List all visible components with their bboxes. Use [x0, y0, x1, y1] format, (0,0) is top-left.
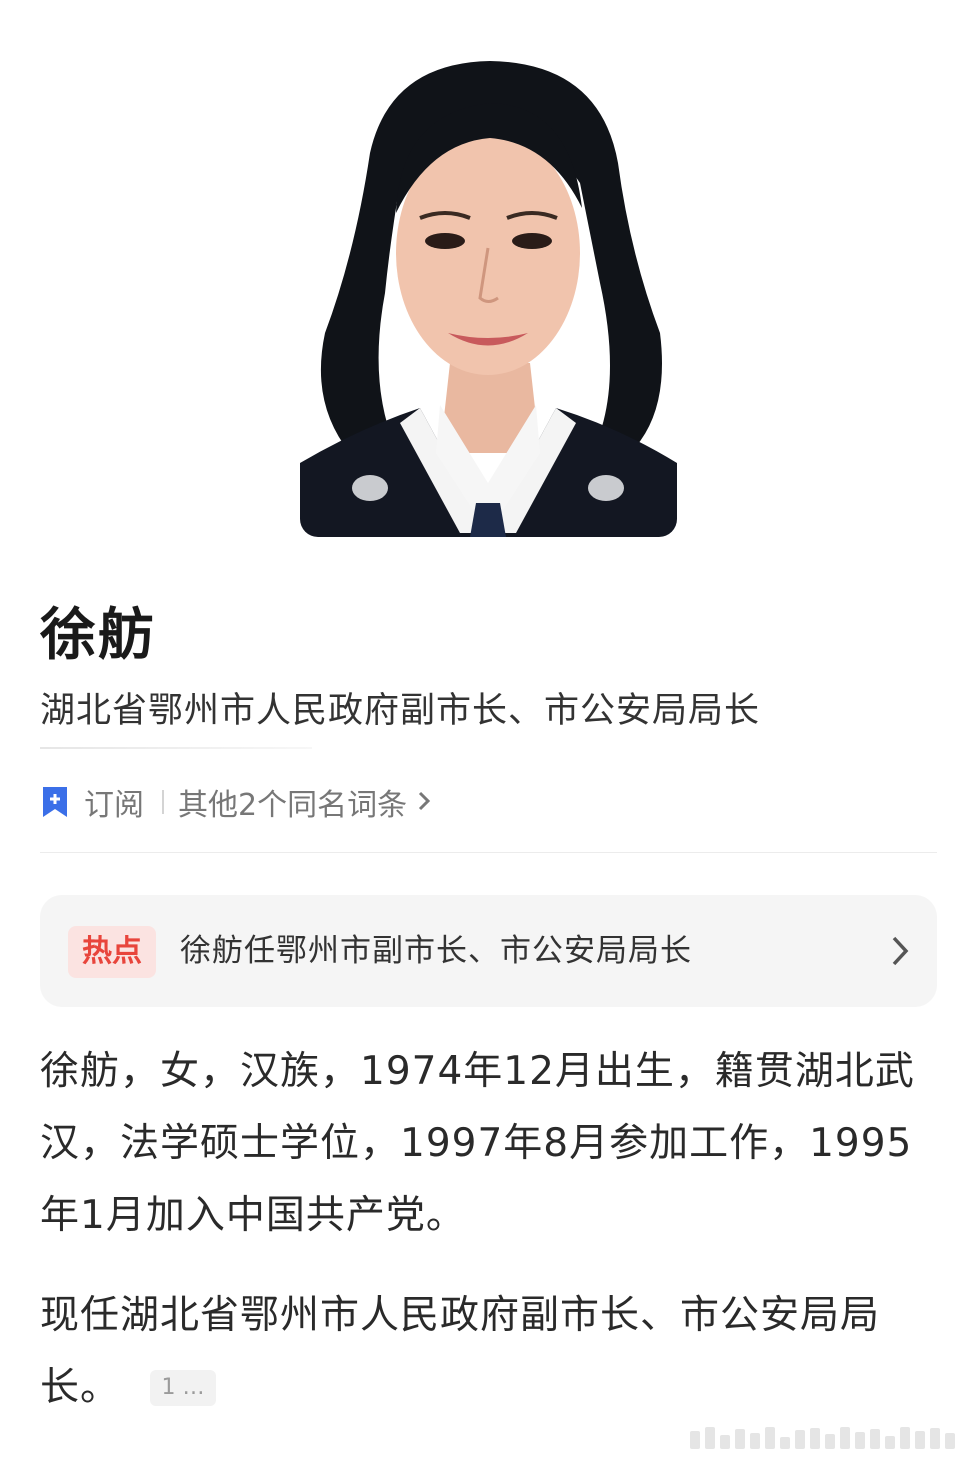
same-name-entries-link[interactable]: 其他2个同名词条 — [178, 780, 407, 824]
portrait-photo[interactable] — [300, 33, 677, 537]
hot-news-text[interactable]: 徐舫任鄂州市副市长、市公安局局长 — [180, 928, 692, 974]
section-divider — [40, 852, 937, 853]
chevron-right-icon[interactable] — [417, 785, 431, 820]
summary-paragraph-1: 徐舫，女，汉族，1974年12月出生，籍贯湖北武汉，法学硕士学位，1997年8月… — [40, 1049, 915, 1238]
action-bar: 订阅 其他2个同名词条 — [40, 780, 431, 824]
hot-news-card[interactable]: 热点 徐舫任鄂州市副市长、市公安局局长 — [40, 895, 937, 1007]
page-title: 徐舫 — [40, 603, 156, 668]
subscribe-button[interactable]: 订阅 — [84, 780, 144, 824]
action-separator — [162, 790, 164, 814]
summary-paragraph-2: 现任湖北省鄂州市人民政府副市长、市公安局局长。 1 … — [40, 1280, 940, 1424]
title-divider — [40, 747, 312, 749]
bookmark-plus-icon[interactable] — [40, 785, 70, 819]
watermark — [690, 1425, 960, 1449]
chevron-right-icon[interactable] — [891, 935, 909, 971]
hot-badge: 热点 — [68, 926, 156, 978]
citation-badge[interactable]: 1 … — [150, 1370, 217, 1406]
person-subtitle: 湖北省鄂州市人民政府副市长、市公安局局长 — [40, 691, 761, 731]
